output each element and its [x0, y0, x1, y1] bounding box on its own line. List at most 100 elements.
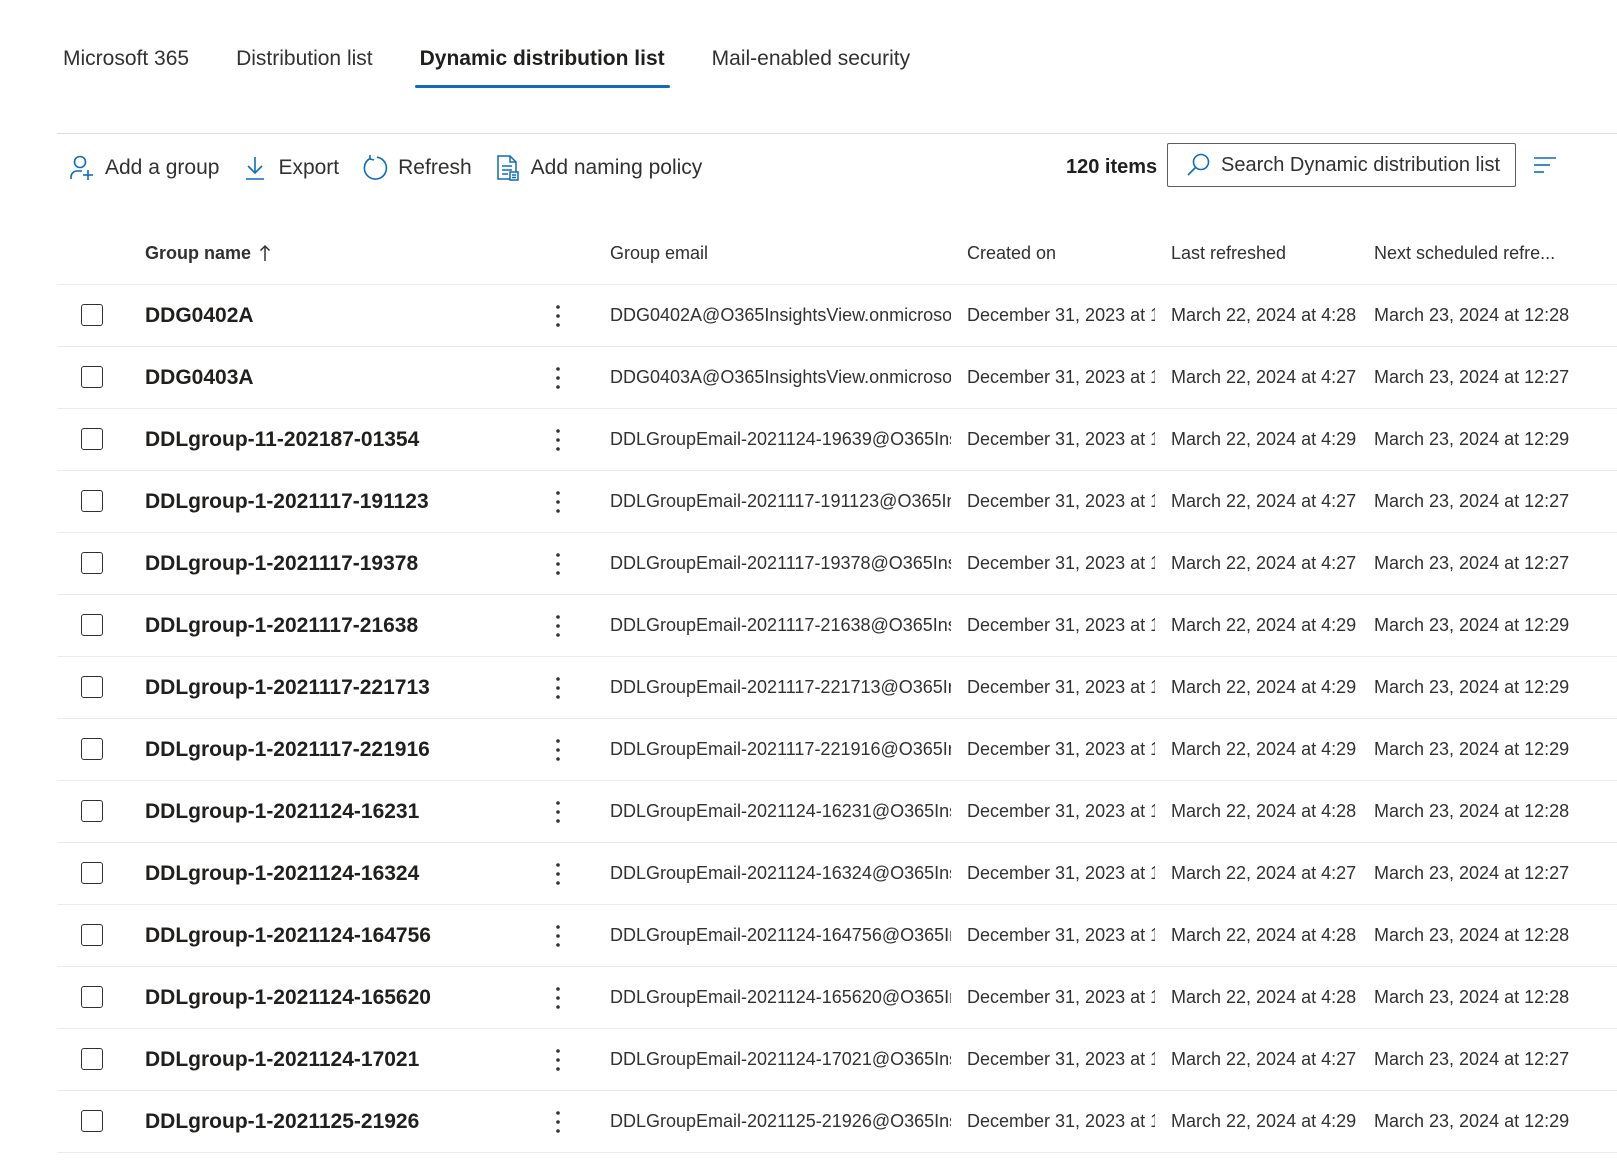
- table-row[interactable]: DDG0402A DDG0402A@O365InsightsView.onmicr…: [57, 285, 1617, 347]
- group-name-cell[interactable]: DDLgroup-11-202187-01354: [145, 409, 525, 470]
- column-header-group-email[interactable]: Group email: [610, 222, 708, 284]
- row-checkbox[interactable]: [81, 552, 103, 574]
- next-scheduled-refresh-cell: March 23, 2024 at 12:27: [1374, 1049, 1570, 1069]
- more-vertical-icon: [555, 1048, 561, 1072]
- table-row[interactable]: DDLgroup-1-2021124-165620 DDLGroupEmail-2…: [57, 967, 1617, 1029]
- row-checkbox[interactable]: [81, 1048, 103, 1070]
- column-header-label: Group name: [145, 243, 252, 263]
- table-row[interactable]: DDLgroup-1-2021117-191123 DDLGroupEmail-2…: [57, 471, 1617, 533]
- table-row[interactable]: DDLgroup-1-2021117-221916 DDLGroupEmail-2…: [57, 719, 1617, 781]
- table-row[interactable]: DDLgroup-11-202187-01354 DDLGroupEmail-20…: [57, 409, 1617, 471]
- row-checkbox[interactable]: [81, 428, 103, 450]
- group-email-cell: DDLGroupEmail-2021124-17021@O365Insig: [610, 1049, 951, 1069]
- group-name-cell[interactable]: DDLgroup-1-2021124-16231: [145, 781, 525, 842]
- group-name-cell[interactable]: DDLgroup-1-2021124-164756: [145, 905, 525, 966]
- group-name-cell[interactable]: DDLgroup-1-2021117-221713: [145, 657, 525, 718]
- last-refreshed-cell: March 22, 2024 at 4:29 A: [1171, 429, 1359, 449]
- refresh-label: Refresh: [398, 156, 472, 179]
- row-checkbox[interactable]: [81, 490, 103, 512]
- more-vertical-icon: [555, 862, 561, 886]
- tab-mail-enabled-security[interactable]: Mail-enabled security: [712, 40, 910, 88]
- group-name-cell[interactable]: DDG0402A: [145, 285, 525, 346]
- table-row[interactable]: DDLgroup-1-2021124-16324 DDLGroupEmail-20…: [57, 843, 1617, 905]
- more-actions-button[interactable]: [545, 1029, 571, 1090]
- more-actions-button[interactable]: [545, 657, 571, 718]
- more-vertical-icon: [555, 676, 561, 700]
- row-checkbox[interactable]: [81, 924, 103, 946]
- next-scheduled-refresh-cell: March 23, 2024 at 12:29: [1374, 615, 1570, 635]
- group-email-cell: DDLGroupEmail-2021124-16324@O365Insig: [610, 863, 951, 883]
- more-actions-button[interactable]: [545, 1091, 571, 1152]
- more-actions-button[interactable]: [545, 347, 571, 408]
- group-name-cell[interactable]: DDLgroup-1-2021117-191123: [145, 471, 525, 532]
- export-label: Export: [278, 156, 340, 179]
- search-input[interactable]: [1221, 153, 1511, 177]
- group-name-cell[interactable]: DDLgroup-1-2021124-165620: [145, 967, 525, 1028]
- tab-dynamic-distribution-list[interactable]: Dynamic distribution list: [414, 40, 670, 88]
- next-scheduled-refresh-cell: March 23, 2024 at 12:27: [1374, 367, 1570, 387]
- group-email-cell: DDG0402A@O365InsightsView.onmicrosoft.: [610, 305, 951, 325]
- group-name-cell[interactable]: DDLgroup-1-2021117-21638: [145, 595, 525, 656]
- group-name-cell[interactable]: DDLgroup-1-2021117-221916: [145, 719, 525, 780]
- filter-button[interactable]: [1532, 153, 1558, 177]
- row-checkbox[interactable]: [81, 366, 103, 388]
- more-actions-button[interactable]: [545, 905, 571, 966]
- row-checkbox[interactable]: [81, 614, 103, 636]
- more-actions-button[interactable]: [545, 781, 571, 842]
- table-row[interactable]: DDLgroup-1-2021117-19378 DDLGroupEmail-20…: [57, 533, 1617, 595]
- row-checkbox[interactable]: [81, 800, 103, 822]
- last-refreshed-cell: March 22, 2024 at 4:28 A: [1171, 987, 1359, 1007]
- table-row[interactable]: DDLgroup-1-2021124-17021 DDLGroupEmail-20…: [57, 1029, 1617, 1091]
- more-actions-button[interactable]: [545, 533, 571, 594]
- table-row[interactable]: DDLgroup-1-2021124-16231 DDLGroupEmail-20…: [57, 781, 1617, 843]
- created-on-cell: December 31, 2023 at 12: [967, 429, 1155, 449]
- table-row[interactable]: DDLgroup-1-2021117-221713 DDLGroupEmail-2…: [57, 657, 1617, 719]
- table-row[interactable]: DDLgroup-1-2021124-164756 DDLGroupEmail-2…: [57, 905, 1617, 967]
- group-name-cell[interactable]: DDG0403A: [145, 347, 525, 408]
- created-on-cell: December 31, 2023 at 12: [967, 863, 1155, 883]
- group-name-cell[interactable]: DDLgroup-1-2021117-19378: [145, 533, 525, 594]
- group-name-cell[interactable]: DDLgroup-1-2021124-17021: [145, 1029, 525, 1090]
- table-row[interactable]: DDLgroup-1-2021125-21926 DDLGroupEmail-20…: [57, 1091, 1617, 1153]
- more-actions-button[interactable]: [545, 843, 571, 904]
- export-button[interactable]: Export: [241, 154, 339, 182]
- add-naming-policy-button[interactable]: Add naming policy: [494, 154, 702, 182]
- row-checkbox[interactable]: [81, 862, 103, 884]
- tab-distribution-list[interactable]: Distribution list: [236, 40, 373, 88]
- filter-lines-icon: [1534, 157, 1556, 173]
- last-refreshed-cell: March 22, 2024 at 4:27 A: [1171, 863, 1359, 883]
- next-scheduled-refresh-cell: March 23, 2024 at 12:29: [1374, 1111, 1570, 1131]
- more-actions-button[interactable]: [545, 409, 571, 470]
- command-bar: Add a group Export Refresh Add naming po…: [68, 146, 724, 190]
- next-scheduled-refresh-cell: March 23, 2024 at 12:29: [1374, 677, 1570, 697]
- row-checkbox[interactable]: [81, 738, 103, 760]
- column-header-created-on[interactable]: Created on: [967, 222, 1056, 284]
- table-row[interactable]: DDLgroup-1-2021117-21638 DDLGroupEmail-20…: [57, 595, 1617, 657]
- column-header-next-scheduled-refresh[interactable]: Next scheduled refre...: [1374, 222, 1617, 284]
- more-vertical-icon: [555, 614, 561, 638]
- group-name-cell[interactable]: DDLgroup-1-2021125-21926: [145, 1091, 525, 1152]
- more-actions-button[interactable]: [545, 719, 571, 780]
- refresh-button[interactable]: Refresh: [361, 154, 472, 182]
- group-email-cell: DDLGroupEmail-2021117-221916@O365Ins: [610, 739, 951, 759]
- table-row[interactable]: DDG0403A DDG0403A@O365InsightsView.onmicr…: [57, 347, 1617, 409]
- tab-microsoft-365[interactable]: Microsoft 365: [63, 40, 189, 88]
- more-actions-button[interactable]: [545, 471, 571, 532]
- more-vertical-icon: [555, 552, 561, 576]
- table-header: Group name Group email Created on Last r…: [57, 222, 1617, 285]
- column-header-group-name[interactable]: Group name: [145, 222, 271, 284]
- row-checkbox[interactable]: [81, 1110, 103, 1132]
- column-header-last-refreshed[interactable]: Last refreshed: [1171, 222, 1286, 284]
- created-on-cell: December 31, 2023 at 12: [967, 615, 1155, 635]
- group-email-cell: DDLGroupEmail-2021117-191123@O365Ins: [610, 491, 951, 511]
- row-checkbox[interactable]: [81, 986, 103, 1008]
- more-actions-button[interactable]: [545, 285, 571, 346]
- row-checkbox[interactable]: [81, 304, 103, 326]
- add-group-button[interactable]: Add a group: [68, 154, 219, 182]
- more-actions-button[interactable]: [545, 595, 571, 656]
- created-on-cell: December 31, 2023 at 12: [967, 1111, 1155, 1131]
- group-name-cell[interactable]: DDLgroup-1-2021124-16324: [145, 843, 525, 904]
- row-checkbox[interactable]: [81, 676, 103, 698]
- more-actions-button[interactable]: [545, 967, 571, 1028]
- search-box[interactable]: [1167, 143, 1516, 187]
